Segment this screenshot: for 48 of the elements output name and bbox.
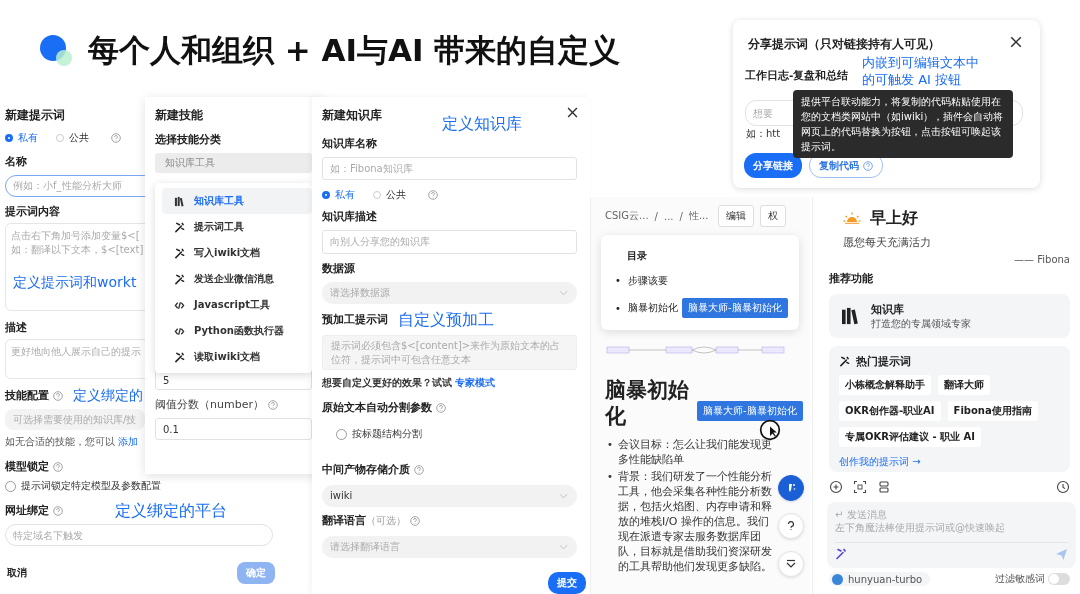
field-label: 选择技能分类 (155, 133, 221, 147)
field-label: 提示词内容 (5, 204, 60, 219)
field-label: 网址绑定 (5, 504, 49, 519)
field-label: 预加工提示词 (322, 313, 388, 328)
bullet-marker: • (607, 438, 613, 452)
card-title: 热门提示词 (856, 354, 911, 369)
slide-title: 每个人和组织 + AI与AI 带来的自定义 (88, 31, 621, 70)
form-title: 新建提示词 (5, 107, 65, 123)
card-subtitle: 打造您的专属领域专家 (871, 316, 971, 331)
annotation-text: 定义提示词和workt (13, 274, 137, 291)
section-title: 推荐功能 (829, 271, 874, 286)
prompt-name: 工作日志-复盘和总结 (745, 69, 849, 83)
signature-text: —— Fibona (1013, 254, 1070, 265)
bullet-marker: • (607, 470, 613, 484)
example-text: 如：htt (746, 127, 781, 141)
bullet-text: 背景：我们研发了一个性能分析工具，他会采集各种性能分析数据，包括火焰图、内存申请和释放的堆栈I/O 操作的信息。我们现在派遣专家去服务数据库团队，目标就是借助我们资深研发的工具帮助他们发现更多缺陷。 (617, 469, 773, 574)
optional-text: （可选） (366, 514, 406, 528)
field-label: 名称 (5, 155, 27, 169)
annotation-text: 定义知识库 (442, 115, 522, 133)
field-label: 翻译语言 (322, 514, 366, 529)
field-label: 阈值分数（number） (155, 398, 264, 412)
section-heading: 脑暴初始化 (605, 377, 690, 429)
field-label: 知识库名称 (322, 137, 377, 151)
form-title: 新建知识库 (322, 107, 383, 123)
annotation-text: 定义绑定的平台 (115, 502, 227, 520)
bullet-text: 会议目标：怎么让我们能发现更多性能缺陷单 (617, 437, 773, 467)
field-label: 知识库描述 (322, 210, 377, 225)
toggle-label: 过滤敏感词 (995, 572, 1045, 586)
bullet-marker: • (615, 274, 621, 288)
annotation-text: 内嵌到可编辑文本中 的可触发 AI 按钮 (862, 54, 979, 88)
card-title: 知识库 (871, 301, 905, 317)
field-label: 原始文本自动分割参数 (322, 401, 432, 416)
field-label: 中间产物存储介质 (322, 462, 410, 477)
dialog-title: 分享提示词（只对链接持有人可见） (748, 36, 940, 53)
bullet-marker: • (615, 301, 621, 316)
field-label: 数据源 (322, 261, 355, 276)
toc-title: 目录 (627, 249, 648, 263)
hint-text: 想要自定义更好的效果？试试 (322, 375, 452, 390)
field-label: 技能配置 (5, 388, 49, 403)
field-label: 模型锁定 (5, 460, 49, 475)
annotation-text: 定义绑定的 (73, 387, 143, 404)
hint-text: 如无合适的技能，您可以 (5, 435, 115, 450)
greeting-text: 早上好 (870, 207, 918, 229)
annotation-text: 自定义预加工 (398, 311, 494, 329)
form-title: 新建技能 (155, 107, 203, 123)
tooltip: 提供平台联动能力，将复制的代码粘贴使用在您的文档类网站中（如iwiki），插件会自动将网页上的代码替换为按钮，点击按钮可唤起该提示词。 (793, 90, 1013, 158)
field-label: 描述 (5, 320, 27, 335)
greeting-subtitle: 愿您每天充满活力 (843, 235, 932, 250)
